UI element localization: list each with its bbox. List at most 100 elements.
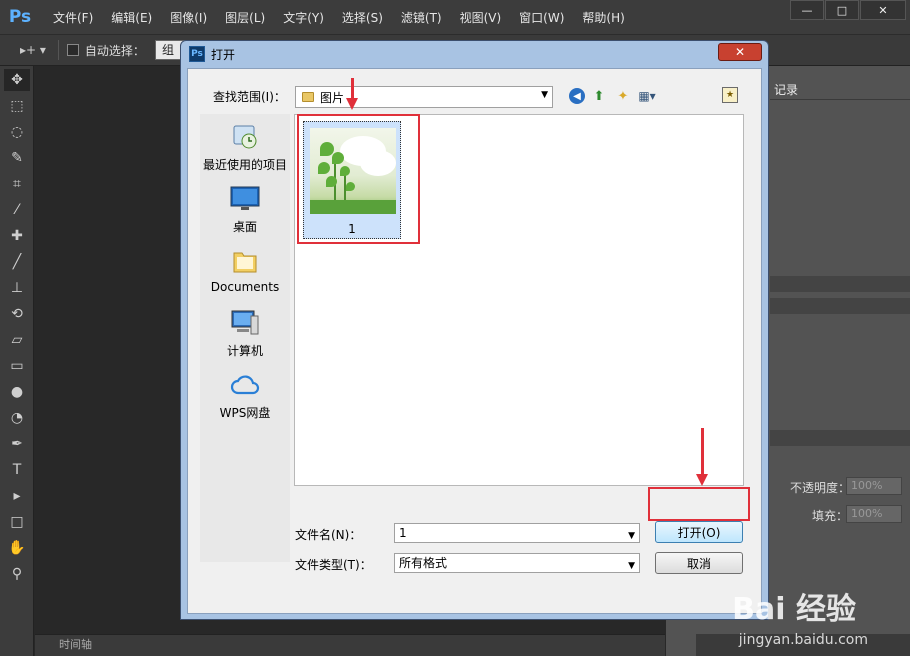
- history-panel-tab[interactable]: 记录: [770, 80, 910, 100]
- file-type-label: 文件类型(T)：: [295, 558, 372, 572]
- arrow-to-look-in: [346, 78, 358, 110]
- baidu-watermark: Bai 经验: [732, 592, 856, 627]
- window-controls: — □ ✕: [789, 0, 906, 20]
- view-menu-icon[interactable]: ▦▾: [637, 86, 657, 106]
- navigation-toolbar: ◀ ⬆ ✦ ▦▾: [569, 86, 661, 106]
- place-label: 计算机: [226, 344, 263, 358]
- menu-layer[interactable]: 图层(L): [216, 9, 274, 26]
- places-bar: 最近使用的项目 桌面 Documents 计算机 WPS网盘: [200, 114, 290, 562]
- blur-tool-icon[interactable]: ●: [4, 381, 30, 403]
- menu-select[interactable]: 选择(S): [333, 9, 392, 26]
- type-tool-icon[interactable]: T: [4, 459, 30, 481]
- up-folder-icon[interactable]: ⬆: [589, 86, 609, 106]
- look-in-value: 图片: [320, 90, 345, 105]
- eraser-tool-icon[interactable]: ▱: [4, 329, 30, 351]
- photoshop-logo: Ps: [8, 7, 32, 27]
- zoom-tool-icon[interactable]: ⚲: [4, 563, 30, 585]
- dodge-tool-icon[interactable]: ◔: [4, 407, 30, 429]
- eyedropper-tool-icon[interactable]: ⁄: [4, 199, 30, 221]
- file-name-combo[interactable]: 1 ▼: [394, 523, 640, 543]
- menu-view[interactable]: 视图(V): [451, 9, 511, 26]
- crop-tool-icon[interactable]: ⌗: [4, 173, 30, 195]
- open-button[interactable]: 打开(O): [655, 521, 743, 543]
- history-tab-label: 记录: [774, 83, 799, 97]
- desktop-shortcut-icon[interactable]: ★: [722, 87, 738, 103]
- timeline-panel: 时间轴: [35, 634, 665, 656]
- maximize-button[interactable]: □: [825, 0, 859, 20]
- move-tool-icon[interactable]: ✥: [4, 69, 30, 91]
- move-tool-preset[interactable]: ▸+ ▾: [20, 43, 46, 57]
- tools-panel: ✥ ⬚ ◌ ✎ ⌗ ⁄ ✚ ╱ ⊥ ⟲ ▱ ▭ ● ◔ ✒ T ▸ □ ✋ ⚲: [0, 66, 34, 656]
- cancel-button[interactable]: 取消: [655, 552, 743, 574]
- dialog-close-button[interactable]: ✕: [718, 43, 762, 61]
- menu-window[interactable]: 窗口(W): [510, 9, 573, 26]
- folder-icon: [302, 92, 314, 102]
- back-icon[interactable]: ◀: [569, 88, 585, 104]
- menu-edit[interactable]: 编辑(E): [102, 9, 161, 26]
- place-wps-cloud[interactable]: WPS网盘: [200, 370, 290, 421]
- lasso-tool-icon[interactable]: ◌: [4, 121, 30, 143]
- marquee-tool-icon[interactable]: ⬚: [4, 95, 30, 117]
- dialog-title: 打开: [211, 47, 236, 62]
- new-folder-icon[interactable]: ✦: [613, 86, 633, 106]
- photoshop-app-icon: Ps: [189, 46, 205, 62]
- minimize-button[interactable]: —: [790, 0, 824, 20]
- main-menu: 文件(F) 编辑(E) 图像(I) 图层(L) 文字(Y) 选择(S) 滤镜(T…: [44, 9, 634, 26]
- shape-tool-icon[interactable]: □: [4, 511, 30, 533]
- brush-tool-icon[interactable]: ╱: [4, 251, 30, 273]
- place-recent[interactable]: 最近使用的项目: [200, 122, 290, 173]
- dialog-titlebar[interactable]: Ps 打开 ✕: [181, 41, 768, 67]
- layers-panel-header: [770, 430, 910, 446]
- place-label: WPS网盘: [219, 406, 271, 420]
- place-computer[interactable]: 计算机: [200, 308, 290, 359]
- highlight-box-open-button: [648, 487, 750, 521]
- pen-tool-icon[interactable]: ✒: [4, 433, 30, 455]
- close-window-button[interactable]: ✕: [860, 0, 906, 20]
- auto-select-checkbox[interactable]: [66, 44, 79, 56]
- file-name-value: 1: [399, 526, 407, 540]
- menu-help[interactable]: 帮助(H): [573, 9, 633, 26]
- menu-filter[interactable]: 滤镜(T): [392, 9, 451, 26]
- cloud-icon: [229, 370, 261, 400]
- menu-file[interactable]: 文件(F): [44, 9, 102, 26]
- history-brush-tool-icon[interactable]: ⟲: [4, 303, 30, 325]
- fill-field[interactable]: 100%: [846, 505, 902, 523]
- place-label: 最近使用的项目: [202, 158, 287, 172]
- adjustments-panel-header: [770, 298, 910, 314]
- menu-type[interactable]: 文字(Y): [274, 9, 333, 26]
- look-in-dropdown[interactable]: 图片 ▼: [295, 86, 553, 108]
- auto-select-label: 自动选择：: [84, 43, 145, 58]
- gradient-tool-icon[interactable]: ▭: [4, 355, 30, 377]
- folder-icon: [229, 246, 261, 276]
- place-label: 桌面: [232, 220, 257, 234]
- open-file-dialog: Ps 打开 ✕ 查找范围(I)： 图片 ▼ ◀ ⬆ ✦ ▦▾ ★ 最近使用的项目: [180, 40, 769, 620]
- chevron-down-icon: ▼: [541, 90, 548, 100]
- stamp-tool-icon[interactable]: ⊥: [4, 277, 30, 299]
- place-documents[interactable]: Documents: [200, 246, 290, 294]
- chevron-down-icon: ▼: [628, 531, 635, 541]
- arrow-to-open-button: [696, 428, 708, 486]
- computer-icon: [229, 308, 261, 338]
- menubar: Ps 文件(F) 编辑(E) 图像(I) 图层(L) 文字(Y) 选择(S) 滤…: [0, 0, 910, 34]
- place-desktop[interactable]: 桌面: [200, 184, 290, 235]
- menu-image[interactable]: 图像(I): [161, 9, 216, 26]
- history-panel-footer: [770, 276, 910, 292]
- baidu-watermark-url: jingyan.baidu.com: [738, 632, 868, 648]
- recent-icon: [229, 122, 261, 152]
- place-label: Documents: [210, 280, 280, 294]
- opacity-label: 不透明度：: [790, 481, 851, 495]
- highlight-box-file: [297, 114, 420, 244]
- file-type-select[interactable]: 所有格式 ▼: [394, 553, 640, 573]
- timeline-label[interactable]: 时间轴: [59, 638, 92, 651]
- opacity-field[interactable]: 100%: [846, 477, 902, 495]
- fill-label: 填充：: [812, 509, 849, 523]
- path-select-tool-icon[interactable]: ▸: [4, 485, 30, 507]
- healing-tool-icon[interactable]: ✚: [4, 225, 30, 247]
- quick-select-tool-icon[interactable]: ✎: [4, 147, 30, 169]
- options-divider: [57, 40, 59, 60]
- file-name-label-text: 文件名(N)：: [295, 528, 362, 542]
- chevron-down-icon: ▼: [628, 561, 635, 571]
- look-in-label: 查找范围(I)：: [213, 90, 286, 104]
- desktop-icon: [229, 184, 261, 214]
- hand-tool-icon[interactable]: ✋: [4, 537, 30, 559]
